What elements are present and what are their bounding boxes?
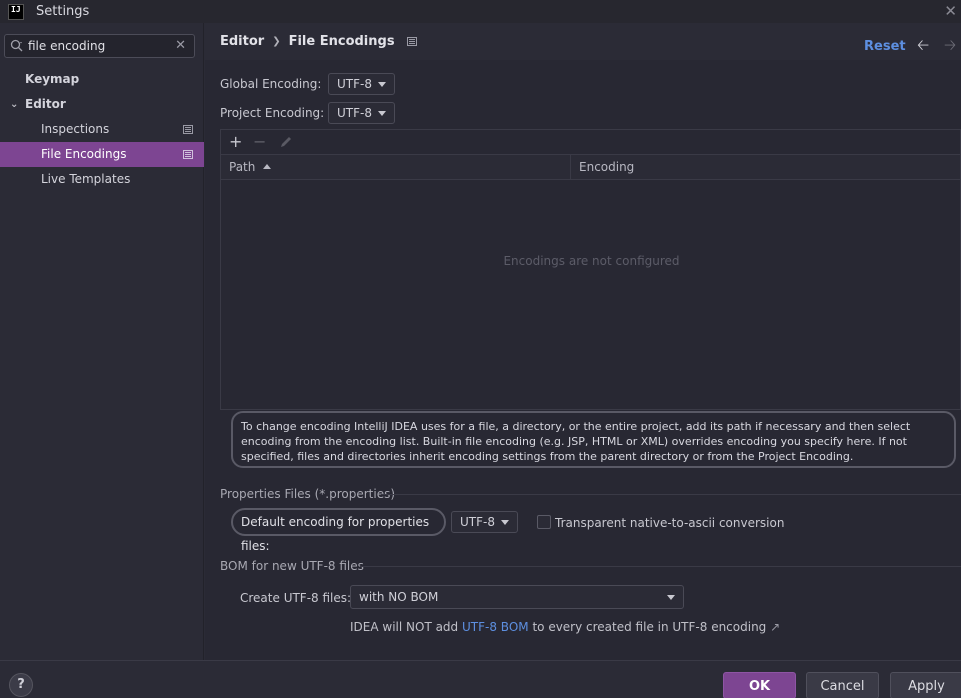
bom-note-suffix: to every created file in UTF-8 encoding	[532, 620, 767, 634]
project-encoding-value: UTF-8	[337, 106, 372, 120]
dropdown-arrow-icon	[667, 595, 675, 600]
create-utf8-label: Create UTF-8 files:	[240, 591, 352, 605]
ok-button[interactable]: OK	[723, 672, 796, 698]
column-header-label: Path	[229, 160, 256, 174]
column-header-encoding[interactable]: Encoding	[571, 155, 960, 180]
encodings-table: + − Path Encoding Encodings are not conf…	[220, 129, 961, 410]
help-button[interactable]: ?	[9, 673, 33, 697]
sidebar-item-editor[interactable]: ⌄ Editor	[0, 92, 204, 117]
properties-section-title: Properties Files (*.properties)	[220, 487, 396, 501]
dropdown-arrow-icon	[378, 111, 386, 116]
app-logo-icon: IJ	[8, 3, 24, 20]
section-divider	[381, 494, 961, 495]
sidebar-item-label: Keymap	[25, 72, 80, 86]
external-link-icon: ↗	[770, 620, 781, 634]
edit-icon[interactable]	[279, 135, 293, 149]
close-icon[interactable]: ✕	[944, 2, 957, 20]
column-header-path[interactable]: Path	[221, 155, 571, 180]
search-field[interactable]: ✕	[4, 34, 195, 58]
apply-button[interactable]: Apply	[890, 672, 961, 698]
sidebar-item-label: Inspections	[41, 122, 110, 136]
title-bar: IJ Settings ✕	[0, 0, 961, 23]
reset-link[interactable]: Reset	[864, 39, 906, 54]
page-title: File Encodings	[288, 33, 395, 49]
back-arrow-icon[interactable]: 🡠	[917, 35, 929, 60]
native-to-ascii-checkbox[interactable]	[537, 515, 551, 529]
properties-encoding-value: UTF-8	[460, 515, 495, 529]
section-divider	[360, 566, 961, 567]
properties-encoding-select[interactable]: UTF-8	[451, 511, 518, 533]
sidebar-item-label: Live Templates	[41, 172, 131, 186]
search-input[interactable]	[28, 39, 168, 53]
project-encoding-label: Project Encoding:	[220, 106, 325, 120]
global-encoding-label: Global Encoding:	[220, 77, 322, 91]
global-encoding-select[interactable]: UTF-8	[328, 73, 395, 95]
settings-tree: Keymap ⌄ Editor Inspections File Encodin…	[0, 67, 204, 192]
global-encoding-value: UTF-8	[337, 77, 372, 91]
breadcrumb-separator-icon: ❯	[272, 35, 281, 47]
bom-note-prefix: IDEA will NOT add	[350, 620, 459, 634]
sort-ascending-icon	[263, 164, 272, 169]
sidebar-item-label: File Encodings	[41, 147, 127, 161]
cancel-button[interactable]: Cancel	[806, 672, 879, 698]
encoding-help-text: To change encoding IntelliJ IDEA uses fo…	[231, 411, 956, 468]
sidebar-item-file-encodings[interactable]: File Encodings	[0, 142, 204, 167]
chevron-down-icon[interactable]: ⌄	[10, 92, 18, 117]
remove-icon[interactable]: −	[253, 132, 266, 151]
clear-search-icon[interactable]: ✕	[175, 38, 186, 53]
sidebar-item-live-templates[interactable]: Live Templates	[0, 167, 204, 192]
dropdown-arrow-icon	[378, 82, 386, 87]
project-scope-icon	[406, 36, 417, 46]
forward-arrow-icon[interactable]: 🡢	[944, 35, 956, 60]
sidebar-item-inspections[interactable]: Inspections	[0, 117, 204, 142]
breadcrumb-parent: Editor	[220, 33, 265, 49]
dropdown-arrow-icon	[501, 520, 509, 525]
sidebar-item-keymap[interactable]: Keymap	[0, 67, 204, 92]
sidebar: ✕ Keymap ⌄ Editor Inspections File Encod…	[0, 23, 204, 660]
settings-content: Editor ❯ File Encodings Reset 🡠 🡢 Global…	[205, 23, 961, 660]
column-header-label: Encoding	[579, 160, 635, 174]
add-icon[interactable]: +	[229, 132, 242, 151]
bom-note: IDEA will NOT add UTF-8 BOM to every cre…	[350, 620, 780, 634]
settings-panel: Global Encoding: UTF-8 Project Encoding:…	[205, 60, 961, 660]
table-toolbar: + −	[221, 130, 960, 155]
project-scope-icon	[183, 125, 193, 134]
search-icon	[10, 39, 23, 52]
window-title: Settings	[36, 4, 90, 19]
bom-select[interactable]: with NO BOM	[350, 585, 684, 609]
project-encoding-select[interactable]: UTF-8	[328, 102, 395, 124]
properties-default-encoding-label: Default encoding for properties files:	[231, 508, 446, 553]
breadcrumb: Editor ❯ File Encodings	[205, 23, 961, 59]
utf8-bom-link[interactable]: UTF-8 BOM	[462, 620, 529, 634]
bom-select-value: with NO BOM	[359, 590, 439, 604]
bom-section-title: BOM for new UTF-8 files	[220, 559, 364, 573]
native-to-ascii-label[interactable]: Transparent native-to-ascii conversion	[555, 516, 784, 530]
dialog-buttons-bar: ? OK Cancel Apply	[0, 660, 961, 698]
project-scope-icon	[183, 150, 193, 159]
sidebar-item-label: Editor	[25, 97, 66, 111]
empty-table-message: Encodings are not configured	[503, 254, 680, 268]
